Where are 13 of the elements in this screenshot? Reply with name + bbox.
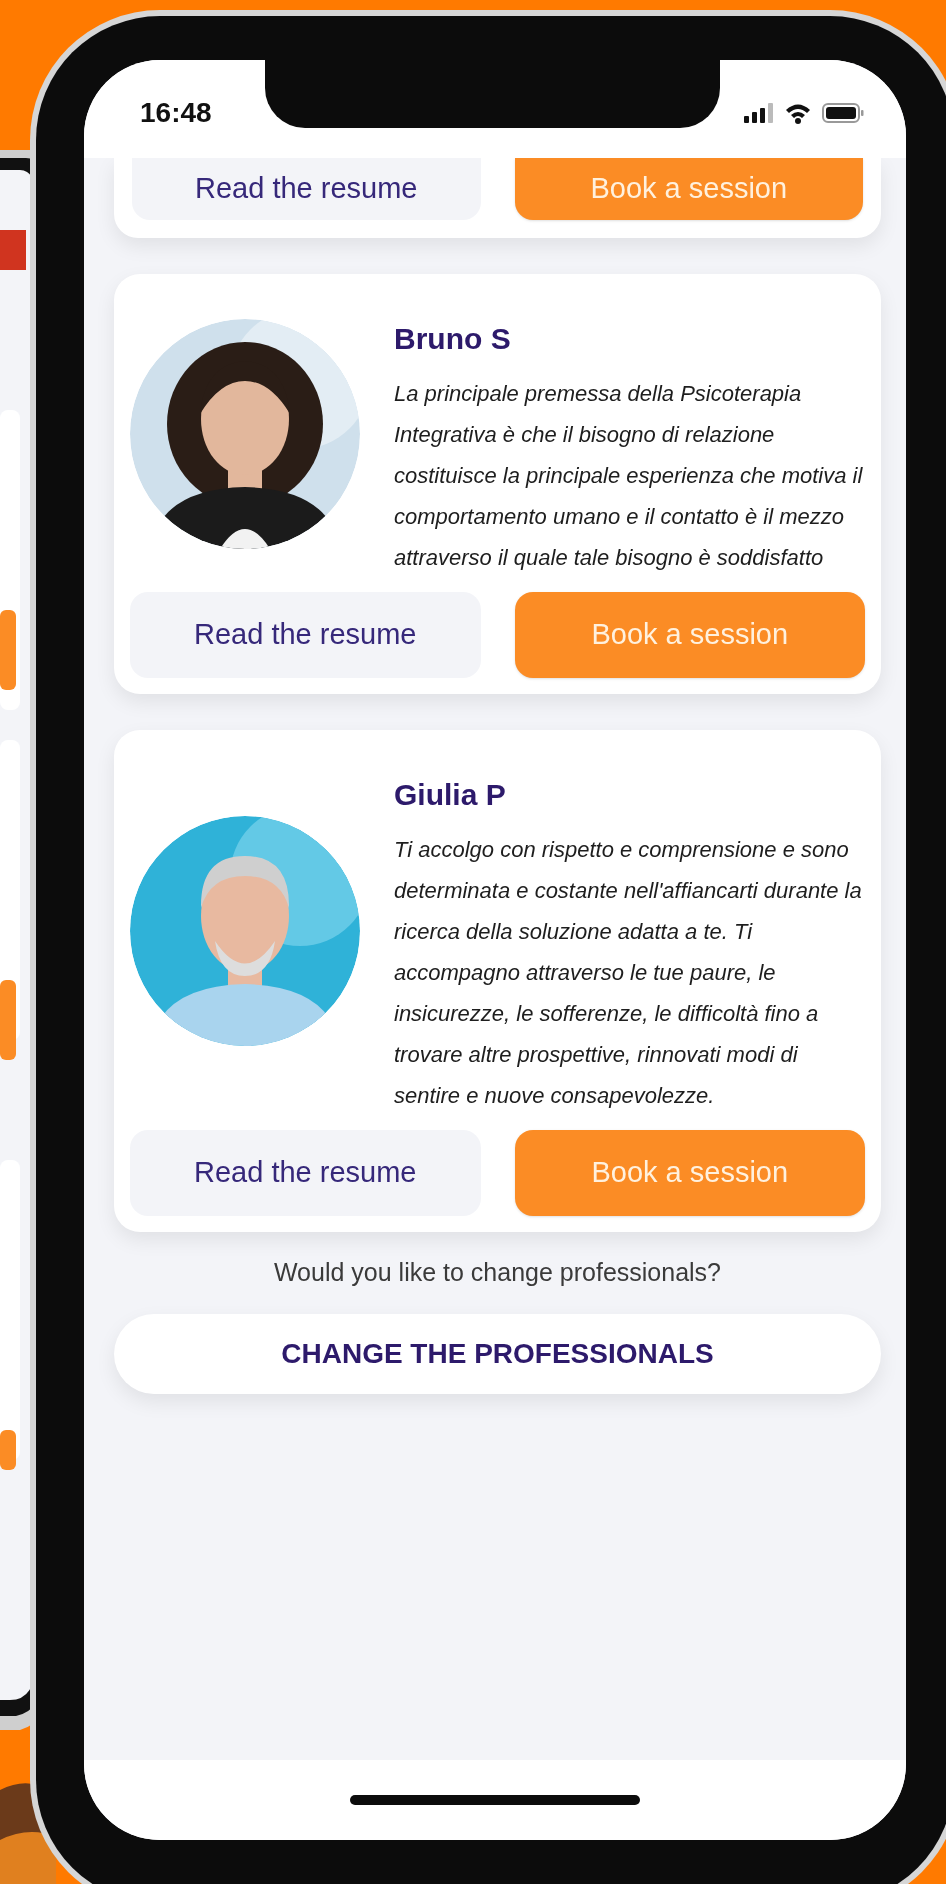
read-resume-button[interactable]: Read the resume bbox=[130, 1130, 481, 1216]
change-prompt: Would you like to change professionals? bbox=[272, 1257, 722, 1288]
change-professionals-button[interactable]: CHANGE THE PROFESSIONALS bbox=[114, 1313, 881, 1394]
read-resume-button[interactable]: Read the resume bbox=[132, 158, 481, 220]
status-time: 16:48 bbox=[140, 96, 212, 130]
professional-name: Bruno S bbox=[394, 321, 512, 357]
professional-bio: La principale premessa della Psicoterapia Integrativa è che il bisogno di relazione costituisce la principale esperienza che motiva il comportamento umano e il contatto è il mezzo attraverso il quale tale bisogno è soddisfatto bbox=[394, 380, 864, 572]
professional-bio: Ti accolgo con rispetto e comprensione e sono determinata e costante nell'affiancarti durante la ricerca della soluzione adatta a te. Ti accompagno attraverso le tue paure, le insicurezze, le sofferenze, le difficoltà fino a trovare altre prospettive, rinnovati modi di sentire e nuove consapevolezze. bbox=[394, 836, 863, 1110]
signal-icon bbox=[744, 103, 774, 123]
battery-icon bbox=[822, 102, 864, 124]
professional-name: Giulia P bbox=[394, 777, 507, 813]
read-resume-button[interactable]: Read the resume bbox=[130, 592, 481, 678]
wifi-icon bbox=[784, 102, 812, 124]
